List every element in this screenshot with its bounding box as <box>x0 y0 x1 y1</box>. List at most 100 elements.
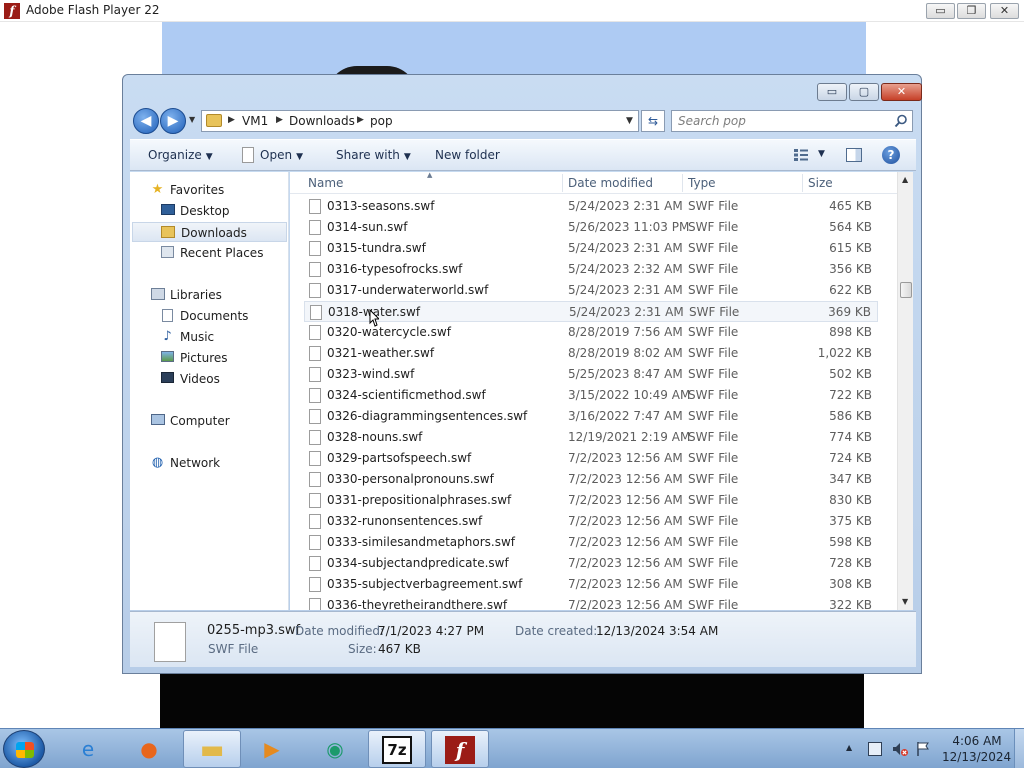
file-row[interactable]: 0330-personalpronouns.swf 7/2/2023 12:56 … <box>304 469 878 490</box>
chevron-right-icon[interactable]: ▶ <box>357 115 364 125</box>
file-row[interactable]: 0323-wind.swf 5/25/2023 8:47 AM SWF File 50… <box>304 364 878 385</box>
recent-pages-dropdown[interactable]: ▼ <box>189 115 195 124</box>
scroll-down-arrow-icon[interactable]: ▼ <box>902 597 908 606</box>
scrollbar-thumb[interactable] <box>900 282 912 298</box>
nav-pictures[interactable]: Pictures <box>160 348 280 368</box>
file-row[interactable]: 0326-diagrammingsentences.swf 3/16/2022 7… <box>304 406 878 427</box>
file-row[interactable]: 0324-scientificmethod.swf 3/15/2022 10:49… <box>304 385 878 406</box>
network-tray-icon[interactable] <box>868 742 882 756</box>
breadcrumb-pop[interactable]: pop <box>370 114 393 128</box>
nav-music[interactable]: ♪ Music <box>160 327 280 347</box>
views-icon[interactable] <box>794 149 808 161</box>
flash-minimize-button[interactable]: ▭ <box>926 3 955 19</box>
new-folder-button[interactable]: New folder <box>435 148 500 162</box>
show-desktop-button[interactable] <box>1014 729 1024 768</box>
file-row[interactable]: 0320-watercycle.swf 8/28/2019 7:56 AM SWF … <box>304 322 878 343</box>
column-header-type[interactable]: Type <box>688 176 716 190</box>
file-size: 465 KB <box>829 199 872 213</box>
nav-network[interactable]: ◍ Network <box>150 453 280 473</box>
file-row[interactable]: 0331-prepositionalphrases.swf 7/2/2023 12… <box>304 490 878 511</box>
search-input[interactable] <box>678 113 878 129</box>
preview-pane-icon[interactable] <box>846 148 862 162</box>
clock-time[interactable]: 4:06 AM <box>948 734 1006 748</box>
taskbar-file-explorer-button[interactable]: ▬ <box>183 730 241 768</box>
refresh-button[interactable]: ⇆ <box>641 110 665 132</box>
help-icon[interactable]: ? <box>882 146 900 164</box>
file-size: 722 KB <box>829 388 872 402</box>
address-bar[interactable]: ▶ VM1 ▶ Downloads ▶ pop ▼ <box>201 110 639 132</box>
taskbar-7zip-button[interactable]: 7z <box>368 730 426 768</box>
explorer-minimize-button[interactable]: ▭ <box>817 83 847 101</box>
file-row[interactable]: 0314-sun.swf 5/26/2023 11:03 PM SWF File 56… <box>304 217 878 238</box>
file-row[interactable]: 0328-nouns.swf 12/19/2021 2:19 AM SWF File… <box>304 427 878 448</box>
open-button[interactable]: Open ▼ <box>260 148 303 162</box>
file-date-modified: 7/2/2023 12:56 AM <box>568 556 683 570</box>
search-box[interactable] <box>671 110 913 132</box>
share-with-button[interactable]: Share with ▼ <box>336 148 411 162</box>
file-date-modified: 7/2/2023 12:56 AM <box>568 493 683 507</box>
action-center-flag-icon[interactable] <box>916 741 930 757</box>
start-button[interactable] <box>3 730 45 768</box>
chevron-right-icon[interactable]: ▶ <box>276 115 283 125</box>
file-row[interactable]: 0332-runonsentences.swf 7/2/2023 12:56 AM… <box>304 511 878 532</box>
7zip-icon: 7z <box>382 736 412 764</box>
column-divider[interactable] <box>802 174 803 192</box>
column-divider[interactable] <box>562 174 563 192</box>
file-row[interactable]: 0321-weather.swf 8/28/2019 8:02 AM SWF Fil… <box>304 343 878 364</box>
desktop-icon <box>160 204 175 218</box>
nav-favorites[interactable]: ★ Favorites <box>150 180 280 200</box>
nav-videos[interactable]: Videos <box>160 369 280 389</box>
taskbar-media-player-button[interactable]: ▶ <box>244 730 302 768</box>
file-row[interactable]: 0329-partsofspeech.swf 7/2/2023 12:56 AM S… <box>304 448 878 469</box>
file-row[interactable]: 0313-seasons.swf 5/24/2023 2:31 AM SWF Fil… <box>304 196 878 217</box>
file-row[interactable]: 0315-tundra.swf 5/24/2023 2:31 AM SWF File… <box>304 238 878 259</box>
column-header-date-modified[interactable]: Date modified <box>568 176 653 190</box>
vertical-scrollbar[interactable]: ▲ ▼ <box>897 172 913 610</box>
nav-computer[interactable]: Computer <box>150 411 280 431</box>
breadcrumb-downloads[interactable]: Downloads <box>289 114 355 128</box>
nav-desktop[interactable]: Desktop <box>160 201 280 221</box>
volume-muted-icon[interactable] <box>892 741 908 757</box>
chevron-down-icon[interactable]: ▼ <box>626 116 633 126</box>
taskbar-firefox-button[interactable]: ● <box>121 730 179 768</box>
taskbar-flash-player-button[interactable]: f <box>431 730 489 768</box>
file-row[interactable]: 0334-subjectandpredicate.swf 7/2/2023 12:… <box>304 553 878 574</box>
show-hidden-icons-icon[interactable]: ▲ <box>846 743 852 752</box>
search-icon[interactable] <box>894 114 908 128</box>
file-name: 0329-partsofspeech.swf <box>327 451 472 465</box>
explorer-maximize-button[interactable]: ▢ <box>849 83 879 101</box>
nav-recent-places[interactable]: Recent Places <box>160 243 285 263</box>
flash-close-button[interactable]: ✕ <box>990 3 1019 19</box>
chevron-down-icon[interactable]: ▼ <box>818 149 825 159</box>
nav-libraries[interactable]: Libraries <box>150 285 280 305</box>
clock-date[interactable]: 12/13/2024 <box>942 750 1011 764</box>
organize-button[interactable]: Organize ▼ <box>148 148 213 162</box>
forward-button[interactable]: ▶ <box>160 108 186 134</box>
scroll-up-arrow-icon[interactable]: ▲ <box>902 175 908 184</box>
breadcrumb-vm1[interactable]: VM1 <box>242 114 268 128</box>
explorer-close-button[interactable]: ✕ <box>881 83 922 101</box>
file-size: 728 KB <box>829 556 872 570</box>
column-divider[interactable] <box>682 174 683 192</box>
file-row[interactable]: 0317-underwaterworld.swf 5/24/2023 2:31 A… <box>304 280 878 301</box>
file-name: 0323-wind.swf <box>327 367 415 381</box>
nav-downloads[interactable]: Downloads <box>132 222 287 242</box>
file-row[interactable]: 0316-typesofrocks.swf 5/24/2023 2:32 AM SW… <box>304 259 878 280</box>
swf-file-icon <box>309 199 321 214</box>
file-row[interactable]: 0335-subjectverbagreement.swf 7/2/2023 12… <box>304 574 878 595</box>
nav-documents[interactable]: Documents <box>160 306 280 326</box>
column-header-name[interactable]: Name <box>308 176 343 190</box>
file-row[interactable]: 0336-theyretheirandthere.swf 7/2/2023 12:… <box>304 595 878 610</box>
file-row[interactable]: 0318-water.swf 5/24/2023 2:31 AM SWF File 3… <box>304 301 878 322</box>
file-type: SWF File <box>688 430 739 444</box>
back-button[interactable]: ◀ <box>133 108 159 134</box>
file-row[interactable]: 0333-similesandmetaphors.swf 7/2/2023 12:… <box>304 532 878 553</box>
details-size: 467 KB <box>378 642 421 656</box>
swf-file-icon <box>309 535 321 550</box>
file-type: SWF File <box>688 514 739 528</box>
column-header-size[interactable]: Size <box>808 176 833 190</box>
flash-maximize-button[interactable]: ❐ <box>957 3 986 19</box>
file-name: 0315-tundra.swf <box>327 241 426 255</box>
taskbar-internet-explorer-button[interactable]: e <box>60 730 118 768</box>
taskbar-green-app-button[interactable]: ◉ <box>307 730 365 768</box>
